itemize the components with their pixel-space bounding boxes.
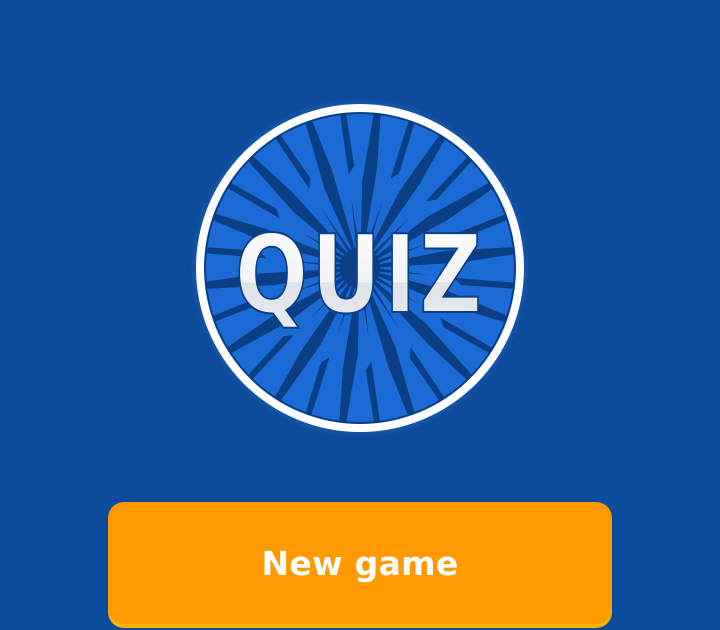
quiz-logo-badge: QUIZ bbox=[190, 98, 530, 438]
game-title-screen: QUIZ New game bbox=[0, 0, 720, 630]
new-game-label: New game bbox=[261, 544, 459, 583]
quiz-logo-text: QUIZ bbox=[235, 213, 485, 338]
quiz-logo: QUIZ bbox=[190, 98, 530, 438]
new-game-button[interactable]: New game bbox=[108, 502, 612, 624]
